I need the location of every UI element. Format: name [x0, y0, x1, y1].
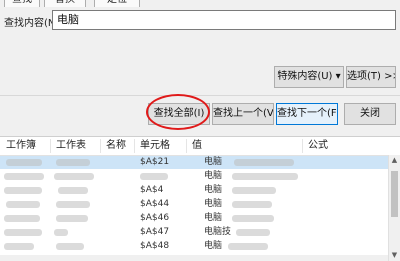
col-formula[interactable]: 公式	[308, 137, 328, 155]
redacted-sheet	[56, 215, 88, 222]
col-value[interactable]: 值	[192, 137, 202, 155]
cell-value: 电脑	[204, 241, 223, 251]
tab-strip: 查找 替换 定位	[0, 0, 400, 8]
find-all-button[interactable]: 查找全部(I)	[148, 103, 210, 125]
find-next-button[interactable]: 查找下一个(F)	[276, 103, 338, 125]
redacted-sheet	[56, 159, 90, 166]
scroll-up-arrow-icon[interactable]: ▲	[389, 155, 400, 166]
cell-address: $A$48	[140, 241, 170, 251]
cell-value: 电脑	[204, 185, 223, 195]
find-input[interactable]: 电脑	[52, 10, 396, 30]
redacted-workbook	[4, 215, 40, 222]
redacted-value	[232, 173, 298, 180]
cell-value: 电脑	[204, 199, 223, 209]
col-separator	[100, 139, 101, 153]
col-name[interactable]: 名称	[106, 137, 126, 155]
table-row[interactable]: $A$21 电脑	[0, 156, 388, 169]
special-format-button[interactable]: 特殊内容(U) ▾	[274, 66, 344, 88]
table-row[interactable]: 电脑	[0, 170, 388, 183]
cell-address: $A$4	[140, 185, 164, 195]
tab-replace[interactable]: 替换	[44, 0, 86, 7]
redacted-sheet	[58, 187, 88, 194]
redacted-value	[232, 201, 272, 208]
redacted-workbook	[4, 187, 42, 194]
divider	[0, 95, 400, 96]
redacted-workbook	[6, 159, 42, 166]
status-bar	[0, 255, 388, 261]
col-workbook[interactable]: 工作簿	[6, 137, 36, 155]
redacted-cell	[140, 173, 168, 180]
cell-value: 电脑技	[204, 227, 232, 237]
table-row[interactable]: $A$47 电脑技	[0, 226, 388, 239]
close-button[interactable]: 关闭	[344, 103, 396, 125]
col-separator	[186, 139, 187, 153]
redacted-workbook	[4, 229, 42, 236]
redacted-value	[236, 229, 270, 236]
redacted-workbook	[4, 243, 34, 250]
col-separator	[50, 139, 51, 153]
find-previous-button[interactable]: 查找上一个(V)	[212, 103, 274, 125]
table-row[interactable]: $A$46 电脑	[0, 212, 388, 225]
col-cell[interactable]: 单元格	[140, 137, 170, 155]
redacted-workbook	[4, 173, 44, 180]
table-row[interactable]: $A$4 电脑	[0, 184, 388, 197]
cell-address: $A$44	[140, 199, 170, 209]
redacted-value	[234, 159, 294, 166]
tab-find[interactable]: 查找	[4, 0, 40, 7]
redacted-sheet	[56, 243, 84, 250]
col-separator	[302, 139, 303, 153]
scroll-down-arrow-icon[interactable]: ▼	[389, 250, 400, 261]
results-header: 工作簿 工作表 名称 单元格 值 公式	[0, 137, 400, 156]
vertical-scrollbar[interactable]: ▲ ▼	[388, 155, 400, 261]
redacted-sheet	[56, 201, 90, 208]
options-button[interactable]: 选项(T) >>	[346, 66, 396, 88]
cell-address: $A$21	[140, 157, 170, 167]
tab-goto[interactable]: 定位	[94, 0, 140, 7]
col-sheet[interactable]: 工作表	[56, 137, 86, 155]
redacted-value	[228, 243, 268, 250]
table-row[interactable]: $A$44 电脑	[0, 198, 388, 211]
redacted-workbook	[6, 201, 40, 208]
cell-value: 电脑	[204, 157, 223, 167]
cell-value: 电脑	[204, 171, 223, 181]
scrollbar-thumb[interactable]	[391, 171, 398, 217]
cell-address: $A$46	[140, 213, 170, 223]
col-separator	[134, 139, 135, 153]
redacted-value	[232, 187, 276, 194]
table-row[interactable]: $A$48 电脑	[0, 240, 388, 253]
redacted-value	[232, 215, 274, 222]
cell-address: $A$47	[140, 227, 170, 237]
cell-value: 电脑	[204, 213, 223, 223]
redacted-sheet	[54, 229, 68, 236]
results-table: 工作簿 工作表 名称 单元格 值 公式 $A$21 电脑 电脑 $A$4 电脑 …	[0, 136, 400, 261]
redacted-sheet	[54, 173, 94, 180]
